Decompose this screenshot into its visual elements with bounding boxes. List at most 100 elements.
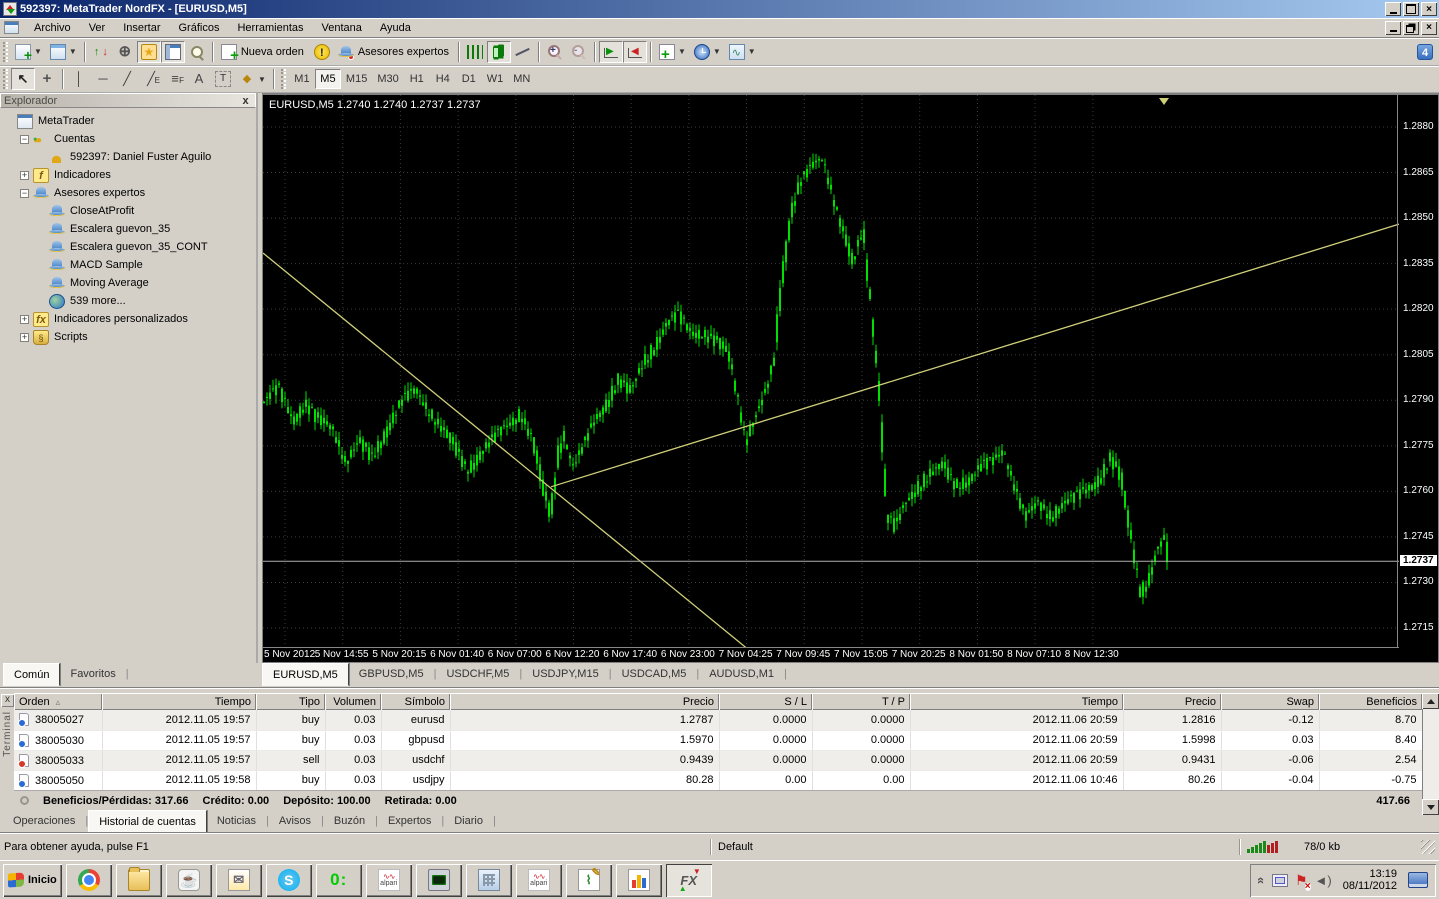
zoom-out-button[interactable]: - bbox=[567, 41, 591, 63]
chart-shift-button[interactable] bbox=[622, 40, 647, 63]
column-header-orden[interactable]: Orden ▵ bbox=[14, 693, 102, 710]
line-chart-mode-button[interactable] bbox=[511, 41, 535, 63]
timeframe-h4-button[interactable]: H4 bbox=[430, 69, 456, 89]
terminal-tab-operaciones[interactable]: Operaciones bbox=[3, 812, 85, 831]
trendline-button[interactable]: ╱ bbox=[115, 68, 139, 90]
tray-clock[interactable]: 13:19 08/11/2012 bbox=[1339, 868, 1401, 892]
column-header-s-l[interactable]: S / L bbox=[719, 693, 812, 710]
timeframe-w1-button[interactable]: W1 bbox=[482, 69, 509, 89]
tree-toggle-icon[interactable]: − bbox=[20, 134, 29, 144]
tree-toggle-icon[interactable]: + bbox=[20, 314, 29, 324]
tree-toggle-icon[interactable]: + bbox=[20, 170, 29, 180]
bar-chart-mode-button[interactable] bbox=[463, 41, 487, 63]
market-watch-button[interactable] bbox=[89, 41, 113, 63]
child-minimize-button[interactable] bbox=[1385, 20, 1401, 35]
terminal-tab-noticias[interactable]: Noticias bbox=[207, 812, 266, 831]
community-chat-button[interactable]: 4 bbox=[1413, 41, 1437, 63]
tree-item[interactable]: Escalera guevon_35_CONT bbox=[4, 238, 256, 256]
new-chart-button[interactable]: ▼ bbox=[11, 41, 46, 63]
table-row[interactable]: 38005033 2012.11.05 19:57 sell 0.03 usdchf 0.… bbox=[14, 750, 1423, 771]
navigator-button[interactable] bbox=[136, 40, 161, 63]
arrows-tool-button[interactable]: ◆ ▼ bbox=[235, 68, 270, 90]
expert-advisors-button[interactable]: Asesores expertos bbox=[334, 41, 455, 63]
tray-expand-icon[interactable]: « bbox=[1254, 876, 1269, 883]
tree-item[interactable]: 592397: Daniel Fuster Aguilo bbox=[4, 148, 256, 166]
menu-insertar[interactable]: Insertar bbox=[114, 19, 169, 37]
taskbar-app-timer-zero[interactable]: 0: bbox=[315, 863, 362, 897]
terminal-close-icon[interactable]: x bbox=[1, 694, 14, 707]
maximize-button[interactable] bbox=[1403, 2, 1419, 16]
menu-ventana[interactable]: Ventana bbox=[313, 19, 371, 37]
menu-archivo[interactable]: Archivo bbox=[25, 19, 80, 37]
column-header-t-p[interactable]: T / P bbox=[812, 693, 910, 710]
tree-item[interactable]: Moving Average bbox=[4, 274, 256, 292]
chart-tab-eurusd-m5[interactable]: EURUSD,M5 bbox=[262, 663, 349, 686]
timeframe-mn-button[interactable]: MN bbox=[508, 69, 535, 89]
vertical-line-button[interactable]: │ bbox=[67, 68, 91, 90]
candlestick-mode-button[interactable] bbox=[486, 40, 511, 63]
column-header-tiempo[interactable]: Tiempo bbox=[910, 693, 1123, 710]
scroll-up-button[interactable] bbox=[1422, 693, 1439, 709]
resize-grip[interactable] bbox=[1421, 839, 1435, 854]
taskbar-app-alpari[interactable]: ∿∿ alpari bbox=[365, 863, 412, 897]
chart-tab-audusd-m1[interactable]: AUDUSD,M1 bbox=[699, 665, 784, 684]
menu-gráficos[interactable]: Gráficos bbox=[170, 19, 229, 37]
taskbar-app-java[interactable]: ☕ bbox=[165, 863, 212, 897]
terminal-button[interactable] bbox=[160, 40, 185, 63]
volume-icon[interactable]: ◄) bbox=[1315, 873, 1332, 888]
navigator-close-icon[interactable]: x bbox=[239, 95, 252, 107]
fibonacci-button[interactable]: ≡ F bbox=[163, 68, 187, 90]
crosshair-tool-button[interactable]: + bbox=[35, 68, 59, 90]
terminal-tab-diario[interactable]: Diario bbox=[444, 812, 493, 831]
terminal-tab-expertos[interactable]: Expertos bbox=[378, 812, 441, 831]
chart-window[interactable]: EURUSD,M5 1.2740 1.2740 1.2737 1.2737 1.… bbox=[262, 93, 1439, 663]
menu-ayuda[interactable]: Ayuda bbox=[371, 19, 420, 37]
cursor-tool-button[interactable]: ↖ bbox=[11, 68, 35, 90]
tree-item[interactable]: + f Indicadores bbox=[4, 166, 256, 184]
tree-item[interactable]: Escalera guevon_35 bbox=[4, 220, 256, 238]
column-header-tiempo[interactable]: Tiempo bbox=[102, 693, 256, 710]
taskbar-app-chrome[interactable] bbox=[65, 863, 112, 897]
menu-herramientas[interactable]: Herramientas bbox=[228, 19, 312, 37]
column-header-precio[interactable]: Precio bbox=[1123, 693, 1221, 710]
column-header-volumen[interactable]: Volumen bbox=[325, 693, 381, 710]
tree-item[interactable]: CloseAtProfit bbox=[4, 202, 256, 220]
channel-button[interactable]: ╱ E bbox=[139, 68, 163, 90]
timeframe-m1-button[interactable]: M1 bbox=[289, 69, 315, 89]
tree-item[interactable]: MetaTrader bbox=[4, 112, 256, 130]
chart-tab-usdjpy-m15[interactable]: USDJPY,M15 bbox=[522, 665, 608, 684]
new-order-button[interactable]: Nueva orden bbox=[217, 41, 310, 64]
tree-item[interactable]: − Asesores expertos bbox=[4, 184, 256, 202]
profiles-button[interactable]: ▼ bbox=[46, 41, 81, 63]
table-scrollbar[interactable] bbox=[1422, 693, 1439, 815]
network-icon[interactable] bbox=[1271, 873, 1288, 887]
tree-item[interactable]: + fx Indicadores personalizados bbox=[4, 310, 256, 328]
chart-tab-gbpusd-m5[interactable]: GBPUSD,M5 bbox=[349, 665, 434, 684]
column-header-tipo[interactable]: Tipo bbox=[256, 693, 325, 710]
tree-toggle-icon[interactable]: + bbox=[20, 332, 29, 342]
tree-item[interactable]: 539 more... bbox=[4, 292, 256, 310]
taskbar-app-chart-app[interactable] bbox=[615, 863, 662, 897]
candlestick-chart[interactable]: EURUSD,M5 1.2740 1.2740 1.2737 1.2737 bbox=[263, 95, 1399, 648]
tree-item[interactable]: + § Scripts bbox=[4, 328, 256, 346]
child-close-button[interactable]: × bbox=[1421, 20, 1437, 35]
close-button[interactable]: × bbox=[1421, 2, 1437, 16]
timeframe-m15-button[interactable]: M15 bbox=[341, 69, 372, 89]
tree-item[interactable]: − Cuentas bbox=[4, 130, 256, 148]
timeframe-h1-button[interactable]: H1 bbox=[404, 69, 430, 89]
table-row[interactable]: 38005050 2012.11.05 19:58 buy 0.03 usdjpy 80.… bbox=[14, 770, 1423, 791]
terminal-tab-historial-de-cuentas[interactable]: Historial de cuentas bbox=[88, 810, 207, 833]
navigator-tab-com-n[interactable]: Común bbox=[3, 663, 61, 686]
start-button[interactable]: Inicio bbox=[3, 863, 62, 897]
periods-button[interactable]: ▼ bbox=[690, 41, 725, 63]
chart-tab-usdcad-m5[interactable]: USDCAD,M5 bbox=[612, 665, 697, 684]
text-label-button[interactable]: T bbox=[211, 68, 235, 90]
navigator-tab-favoritos[interactable]: Favoritos bbox=[60, 665, 125, 684]
chart-tab-usdchf-m5[interactable]: USDCHF,M5 bbox=[436, 665, 519, 684]
templates-button[interactable]: ▼ bbox=[725, 41, 760, 63]
timeframe-m5-button[interactable]: M5 bbox=[314, 69, 341, 89]
data-window-button[interactable]: ⊕ bbox=[113, 41, 137, 63]
chart-document-icon[interactable] bbox=[4, 21, 19, 34]
timeframe-m30-button[interactable]: M30 bbox=[372, 69, 403, 89]
column-header-s-mbolo[interactable]: Símbolo bbox=[381, 693, 450, 710]
